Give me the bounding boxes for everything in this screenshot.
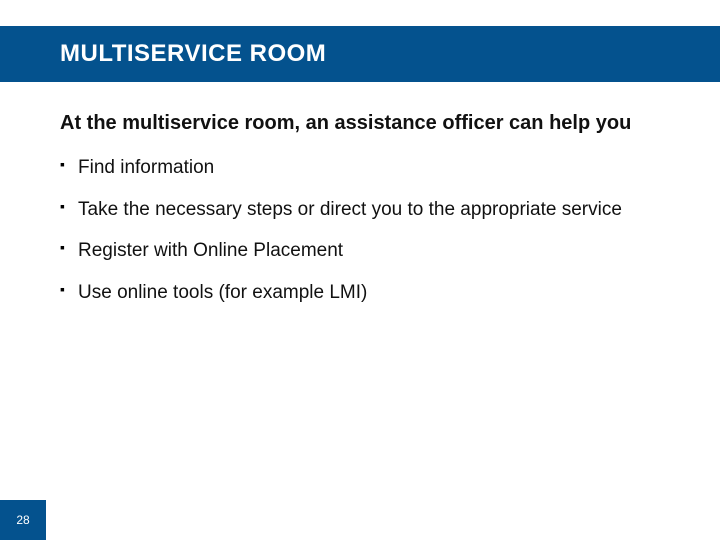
- mosaic-cell: [210, 440, 240, 470]
- mosaic-cell: [30, 380, 60, 410]
- lead-text: At the multiservice room, an assistance …: [60, 110, 670, 137]
- mosaic-cell: [210, 470, 240, 500]
- page-number-box: 28: [0, 500, 46, 540]
- content-area: At the multiservice room, an assistance …: [60, 110, 670, 322]
- slide: MULTISERVICE ROOM At the multiservice ro…: [0, 0, 720, 540]
- mosaic-cell: [60, 470, 90, 500]
- mosaic-cell: [90, 470, 120, 500]
- mosaic-cell: [0, 410, 30, 440]
- mosaic-cell: [30, 470, 60, 500]
- mosaic-cell: [300, 470, 330, 500]
- mosaic-cell: [240, 470, 270, 500]
- mosaic-cell: [30, 440, 60, 470]
- mosaic-cell: [60, 440, 90, 470]
- mosaic-cell: [0, 440, 30, 470]
- list-item: Register with Online Placement: [60, 238, 670, 264]
- mosaic-cell: [0, 380, 30, 410]
- mosaic-cell: [120, 440, 150, 470]
- list-item: Take the necessary steps or direct you t…: [60, 197, 670, 223]
- mosaic-cell: [0, 320, 30, 350]
- bullet-list: Find information Take the necessary step…: [60, 155, 670, 306]
- mosaic-cell: [0, 350, 30, 380]
- mosaic-cell: [120, 410, 150, 440]
- mosaic-cell: [0, 470, 30, 500]
- title-bar: MULTISERVICE ROOM: [0, 26, 720, 82]
- list-item: Use online tools (for example LMI): [60, 280, 670, 306]
- mosaic-cell: [180, 470, 210, 500]
- page-number: 28: [16, 513, 29, 527]
- mosaic-cell: [270, 470, 300, 500]
- mosaic-cell: [150, 440, 180, 470]
- list-item: Find information: [60, 155, 670, 181]
- mosaic-cell: [150, 470, 180, 500]
- slide-title: MULTISERVICE ROOM: [60, 40, 326, 68]
- mosaic-cell: [30, 410, 60, 440]
- mosaic-cell: [120, 470, 150, 500]
